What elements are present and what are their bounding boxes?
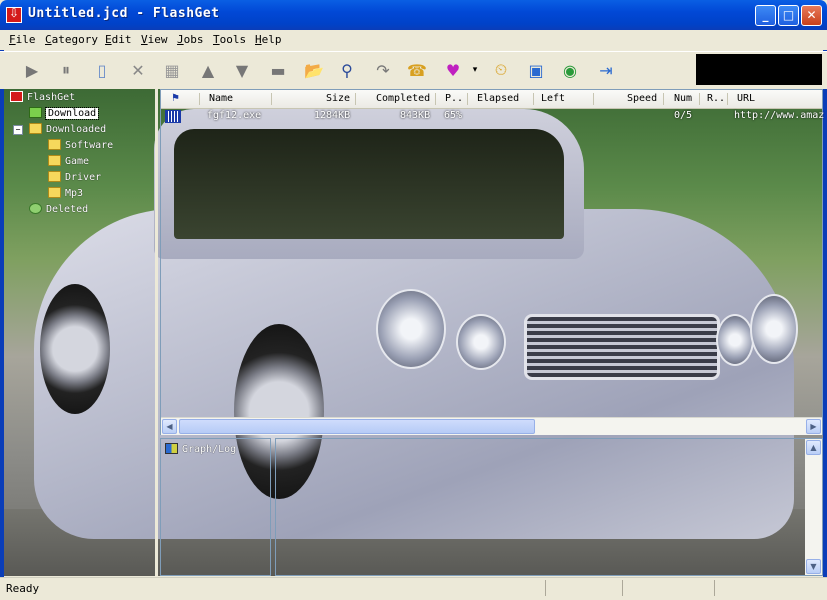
tree-item-deleted[interactable]: Deleted [29, 203, 88, 215]
open-folder-icon[interactable]: 📂 [302, 58, 326, 82]
menu-bar: File Category Edit View Jobs Tools Help [0, 30, 827, 50]
column-retry[interactable]: R.. [707, 93, 725, 104]
scroll-up-icon[interactable]: ▲ [806, 440, 821, 455]
column-percent[interactable]: P.. [445, 93, 463, 104]
column-num[interactable]: Num [674, 93, 692, 104]
menu-jobs[interactable]: Jobs [177, 33, 204, 46]
column-left[interactable]: Left [541, 93, 565, 104]
tree-label-downloaded: Downloaded [46, 124, 107, 135]
speed-icon[interactable]: ♥ [441, 58, 465, 82]
column-name[interactable]: Name [209, 93, 233, 104]
downloading-status-icon [165, 110, 181, 123]
cell-num: 0/5 [674, 110, 693, 121]
find-icon[interactable]: ⚲ [335, 58, 359, 82]
flashget-app-icon[interactable] [6, 6, 22, 23]
tree-item-flashget[interactable]: FlashGet [10, 91, 75, 103]
play-icon[interactable]: ▶ [20, 58, 44, 82]
tree-label-driver: Driver [65, 172, 102, 183]
export-icon[interactable]: ⇥ [594, 58, 618, 82]
menu-file[interactable]: File [9, 33, 36, 46]
graph-log-tree: Graph/Log [160, 438, 271, 576]
tree-label-download: Download [44, 107, 100, 120]
folder-icon [29, 123, 42, 134]
minimize-button[interactable]: _ [755, 5, 776, 26]
find-next-icon[interactable]: ↷ [371, 58, 395, 82]
tree-item-downloaded[interactable]: Downloaded [29, 123, 106, 135]
dial-icon[interactable]: ☎ [405, 58, 429, 82]
site-explorer-icon[interactable]: ◉ [558, 58, 582, 82]
new-icon[interactable]: ▯ [90, 58, 114, 82]
cell-name: fgf12.exe [207, 110, 262, 121]
menu-view[interactable]: View [141, 33, 168, 46]
speed-graph-box [696, 54, 822, 85]
vertical-scrollbar[interactable]: ▲ ▼ [805, 439, 822, 575]
folder-icon [48, 139, 61, 150]
menu-category[interactable]: Category [45, 33, 98, 46]
status-column-flag-icon[interactable]: ⚑ [171, 93, 180, 104]
move-down-icon[interactable]: ▼ [230, 58, 254, 82]
table-row[interactable]: fgf12.exe 1284KB 843KB 65% 0/5 http://ww… [161, 108, 825, 124]
menu-edit[interactable]: Edit [105, 33, 132, 46]
download-folder-icon [29, 107, 42, 118]
sort-icon[interactable]: ▬ [266, 58, 290, 82]
scroll-right-icon[interactable]: ▶ [806, 419, 821, 434]
tree-label-game: Game [65, 156, 90, 167]
dropdown-icon[interactable]: ▾ [468, 58, 482, 82]
folder-icon [48, 155, 61, 166]
collapse-downloaded-icon[interactable]: − [13, 125, 23, 135]
maximize-button[interactable]: □ [778, 5, 799, 26]
cell-url: http://www.amaz [734, 110, 825, 121]
folder-icon [48, 171, 61, 182]
monitor-icon[interactable]: ▣ [524, 58, 548, 82]
title-bar[interactable]: Untitled.jcd - FlashGet _ □ ✕ [0, 0, 827, 30]
column-size[interactable]: Size [326, 93, 350, 104]
tree-item-mp3[interactable]: Mp3 [48, 187, 83, 199]
recycle-bin-icon [29, 203, 42, 214]
column-elapsed[interactable]: Elapsed [477, 93, 519, 104]
horizontal-scroll-thumb[interactable] [179, 419, 535, 434]
cell-completed: 843KB [400, 110, 431, 121]
column-url[interactable]: URL [737, 93, 755, 104]
schedule-icon[interactable]: ⏲ [489, 58, 513, 82]
cell-percent: 65% [444, 110, 463, 121]
graph-log-label: Graph/Log [182, 444, 237, 455]
tree-item-driver[interactable]: Driver [48, 171, 101, 183]
tree-item-graph-log[interactable]: Graph/Log [165, 443, 236, 455]
tree-label-deleted: Deleted [46, 204, 89, 215]
window-title: Untitled.jcd - FlashGet [28, 6, 220, 21]
tree-item-software[interactable]: Software [48, 139, 113, 151]
scroll-left-icon[interactable]: ◀ [162, 419, 177, 434]
tree-label-flashget: FlashGet [27, 92, 76, 103]
move-up-icon[interactable]: ▲ [196, 58, 220, 82]
tree-item-game[interactable]: Game [48, 155, 89, 167]
folder-icon [48, 187, 61, 198]
tree-label-software: Software [65, 140, 114, 151]
column-completed[interactable]: Completed [376, 93, 430, 104]
menu-tools[interactable]: Tools [213, 33, 246, 46]
close-button[interactable]: ✕ [801, 5, 822, 26]
delete-icon[interactable]: ✕ [126, 58, 150, 82]
category-tree: FlashGet Download − Downloaded Software … [4, 89, 158, 576]
scroll-down-icon[interactable]: ▼ [806, 559, 821, 574]
pause-icon[interactable]: ⏸ [54, 58, 78, 82]
properties-icon[interactable]: ▦ [160, 58, 184, 82]
toolbar: ▶ ⏸ ▯ ✕ ▦ ▲ ▼ ▬ 📂 ⚲ ↷ ☎ ♥ ▾ ⏲ ▣ ◉ ⇥ [0, 51, 827, 89]
graph-log-icon [165, 443, 178, 454]
flashget-icon [10, 91, 23, 102]
tree-label-mp3: Mp3 [65, 188, 84, 199]
column-speed[interactable]: Speed [627, 93, 657, 104]
status-bar: Ready [0, 577, 827, 600]
tree-item-download[interactable]: Download [29, 107, 100, 120]
menu-help[interactable]: Help [255, 33, 282, 46]
download-list[interactable]: ⚑ Name Size Completed P.. Elapsed Left S… [160, 89, 825, 435]
status-text: Ready [6, 582, 40, 595]
cell-size: 1284KB [314, 110, 351, 121]
list-header: ⚑ Name Size Completed P.. Elapsed Left S… [161, 90, 822, 109]
log-pane[interactable]: ▲ ▼ [275, 438, 823, 576]
horizontal-scrollbar[interactable]: ◀ ▶ [161, 417, 822, 435]
